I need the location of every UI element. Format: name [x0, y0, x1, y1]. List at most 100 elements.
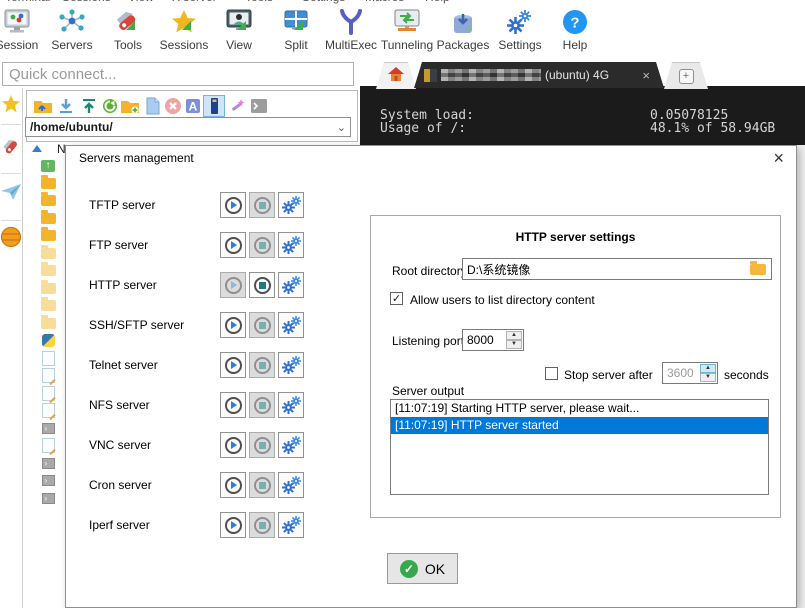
menu-macros[interactable]: Macros: [365, 0, 404, 4]
allow-list-checkbox[interactable]: ✓: [390, 292, 403, 305]
folder-pale-icon[interactable]: [40, 281, 56, 296]
browse-folder-icon[interactable]: [750, 264, 766, 275]
file-edit-icon[interactable]: [40, 403, 56, 418]
sort-ascending-icon[interactable]: [32, 145, 42, 152]
wand-icon[interactable]: [227, 96, 247, 116]
new-tab-button[interactable]: +: [664, 62, 708, 89]
menu-help[interactable]: Help: [425, 0, 450, 4]
up-green-icon[interactable]: ↑: [40, 158, 56, 173]
folder-pale-icon[interactable]: [40, 263, 56, 278]
tab-close-icon[interactable]: ×: [642, 68, 650, 83]
folder-pale-icon[interactable]: [40, 298, 56, 313]
server-settings-button[interactable]: [278, 512, 304, 538]
server-output-list[interactable]: [11:07:19] Starting HTTP server, please …: [390, 399, 769, 495]
stop-server-button[interactable]: [249, 512, 275, 538]
toolbar-view[interactable]: View: [211, 7, 267, 57]
menu-settings[interactable]: Settings: [302, 0, 345, 4]
start-server-button[interactable]: [220, 512, 246, 538]
server-settings-button[interactable]: [278, 272, 304, 298]
toolbar-sessions[interactable]: Sessions: [156, 7, 212, 57]
toolbar-multiexec[interactable]: MultiExec: [323, 7, 379, 57]
console-icon[interactable]: ›: [40, 473, 56, 488]
parent-folder-icon[interactable]: [33, 96, 53, 116]
toolbar-tools[interactable]: Tools: [100, 7, 156, 57]
folder-icon[interactable]: [40, 193, 56, 208]
toolbar-help[interactable]: ?Help: [547, 7, 603, 57]
output-line[interactable]: [11:07:19] HTTP server started: [391, 417, 768, 434]
terminal-output[interactable]: System load:0.05078125Usage of /:48.1% o…: [360, 86, 805, 145]
macros-plane-icon[interactable]: [0, 182, 22, 202]
ok-button[interactable]: ✓ OK: [387, 553, 458, 584]
delete-icon[interactable]: [163, 96, 183, 116]
stop-server-button[interactable]: [249, 312, 275, 338]
menu-x-server[interactable]: X server: [172, 0, 217, 4]
start-server-button[interactable]: [220, 312, 246, 338]
terminal-icon[interactable]: [249, 96, 269, 116]
toolbar-servers[interactable]: Servers: [44, 7, 100, 57]
file-edit-icon[interactable]: [40, 368, 56, 383]
console-icon[interactable]: ›: [40, 421, 56, 436]
server-settings-button[interactable]: [278, 312, 304, 338]
start-server-button[interactable]: [220, 432, 246, 458]
upload-icon[interactable]: [79, 96, 99, 116]
menu-view[interactable]: View: [128, 0, 154, 4]
quick-connect-input[interactable]: [2, 62, 354, 86]
menu-tools[interactable]: Tools: [245, 0, 273, 4]
file-icon[interactable]: [40, 351, 56, 366]
root-directory-input[interactable]: D:\系统镜像: [462, 258, 772, 280]
stop-server-button[interactable]: [249, 392, 275, 418]
start-server-button[interactable]: [220, 272, 246, 298]
new-file-icon[interactable]: [143, 96, 163, 116]
rename-icon[interactable]: A: [183, 96, 203, 116]
folder-pale-icon[interactable]: [40, 316, 56, 331]
stop-server-button[interactable]: [249, 432, 275, 458]
toolbar-session[interactable]: Session: [0, 7, 45, 57]
stop-server-button[interactable]: [249, 472, 275, 498]
folder-icon[interactable]: [40, 211, 56, 226]
listening-port-spinner[interactable]: 8000 ▲▼: [462, 329, 524, 351]
python-file-icon[interactable]: [40, 333, 56, 348]
dialog-close-icon[interactable]: ×: [773, 148, 784, 169]
spinner-arrows[interactable]: ▲▼: [700, 363, 717, 383]
new-folder-icon[interactable]: [120, 96, 140, 116]
tab-home[interactable]: [376, 62, 416, 89]
start-server-button[interactable]: [220, 352, 246, 378]
file-edit-icon[interactable]: [40, 386, 56, 401]
server-settings-button[interactable]: [278, 472, 304, 498]
server-settings-button[interactable]: [278, 192, 304, 218]
toolbar-packages[interactable]: Packages: [435, 7, 491, 57]
toolbar-settings[interactable]: Settings: [492, 7, 548, 57]
stop-after-checkbox[interactable]: [545, 367, 558, 380]
tools-knife-icon[interactable]: [0, 136, 22, 158]
server-settings-button[interactable]: [278, 232, 304, 258]
toolbar-split[interactable]: Split: [268, 7, 324, 57]
server-settings-button[interactable]: [278, 352, 304, 378]
globe-icon[interactable]: [0, 226, 22, 248]
spinner-arrows[interactable]: ▲▼: [506, 330, 523, 350]
stop-server-button[interactable]: [249, 352, 275, 378]
stop-after-spinner[interactable]: 3600 ▲▼: [662, 362, 718, 384]
output-line[interactable]: [11:07:19] Starting HTTP server, please …: [391, 400, 768, 417]
server-settings-button[interactable]: [278, 432, 304, 458]
console-icon[interactable]: ›: [40, 456, 56, 471]
server-settings-button[interactable]: [278, 392, 304, 418]
star-icon[interactable]: [0, 94, 22, 114]
console-icon[interactable]: ›: [40, 491, 56, 506]
refresh-icon[interactable]: [100, 96, 120, 116]
tab-session-active[interactable]: (ubuntu) 4G ×: [414, 62, 664, 88]
stop-server-button[interactable]: [249, 272, 275, 298]
stop-server-button[interactable]: [249, 192, 275, 218]
folder-icon[interactable]: [40, 228, 56, 243]
folder-pale-icon[interactable]: [40, 246, 56, 261]
download-icon[interactable]: [56, 96, 76, 116]
file-edit-icon[interactable]: [40, 438, 56, 453]
info-panel-icon[interactable]: [203, 95, 225, 117]
menu-sessions[interactable]: Sessions: [62, 0, 111, 4]
start-server-button[interactable]: [220, 232, 246, 258]
folder-icon[interactable]: [40, 176, 56, 191]
path-dropdown[interactable]: /home/ubuntu/ ⌄: [25, 117, 351, 137]
start-server-button[interactable]: [220, 472, 246, 498]
start-server-button[interactable]: [220, 392, 246, 418]
start-server-button[interactable]: [220, 192, 246, 218]
menu-terminal[interactable]: Terminal: [5, 0, 50, 4]
